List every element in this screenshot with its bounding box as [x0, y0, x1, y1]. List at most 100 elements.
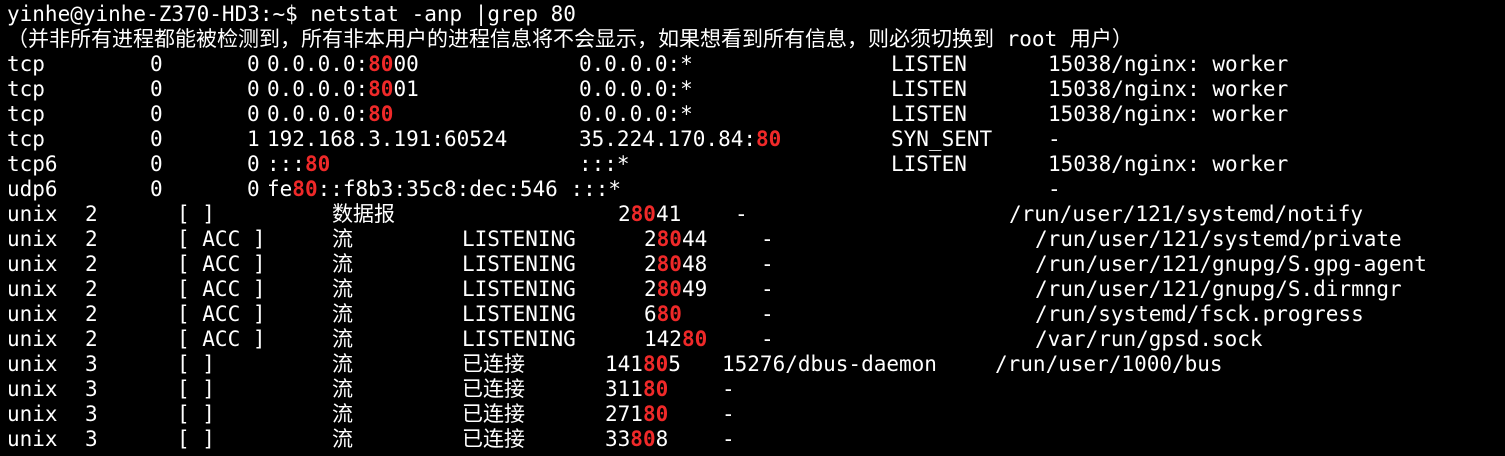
cell-text: 2	[644, 277, 657, 301]
netstat-cell: 27180	[605, 402, 668, 427]
cell-text: LISTENING	[462, 327, 576, 351]
netstat-cell: 已连接	[462, 377, 525, 402]
netstat-cell: 0	[247, 77, 260, 102]
netstat-cell: tcp	[7, 102, 45, 127]
netstat-cell: 15038/nginx: worker	[1048, 52, 1288, 77]
grep-match-highlight: 80	[368, 77, 394, 101]
cell-text: 0	[150, 52, 163, 76]
netstat-cell: 流	[332, 227, 353, 252]
netstat-cell: 3	[85, 352, 98, 377]
netstat-cell: [ ]	[177, 377, 215, 402]
cell-text: 2	[85, 252, 98, 276]
netstat-cell: 15038/nginx: worker	[1048, 77, 1288, 102]
netstat-cell: 流	[332, 377, 353, 402]
netstat-cell: 192.168.3.191:60524	[267, 127, 507, 152]
cell-text: unix	[7, 302, 58, 326]
netstat-cell: tcp	[7, 77, 45, 102]
netstat-cell: unix	[7, 302, 58, 327]
cell-text-tail: 00	[393, 52, 419, 76]
cell-text: 流	[332, 327, 353, 351]
netstat-notice-line: （并非所有进程都能被检测到，所有非本用户的进程信息将不会显示，如果想看到所有信息…	[7, 27, 1133, 51]
cell-text: 271	[605, 402, 643, 426]
cell-text: 0.0.0.0:*	[579, 77, 693, 101]
netstat-cell: LISTENING	[462, 277, 576, 302]
cell-text: 0	[247, 152, 260, 176]
netstat-cell: LISTEN	[891, 152, 967, 177]
cell-text: /run/user/121/systemd/private	[1035, 227, 1402, 251]
netstat-cell: -	[761, 327, 774, 352]
cell-text: -	[722, 377, 735, 401]
netstat-cell: 0.0.0.0:*	[579, 77, 693, 102]
cell-text: 0.0.0.0:*	[579, 102, 693, 126]
cell-text: 0.0.0.0:	[267, 77, 369, 101]
cell-text: 0.0.0.0:	[267, 52, 369, 76]
cell-text: 3	[85, 402, 98, 426]
cell-text: 2	[85, 227, 98, 251]
cell-text: -	[1048, 177, 1061, 201]
netstat-cell: [ ACC ]	[177, 252, 266, 277]
command-prompt-line: yinhe@yinhe-Z370-HD3:~$ netstat -anp |gr…	[7, 2, 576, 26]
netstat-cell: /run/user/121/gnupg/S.dirmngr	[1035, 277, 1402, 302]
cell-text: [ ACC ]	[177, 302, 266, 326]
cell-text: /var/run/gpsd.sock	[1035, 327, 1263, 351]
netstat-cell: 已连接	[462, 402, 525, 427]
netstat-cell: 0.0.0.0:80	[267, 102, 393, 127]
cell-text: 2	[85, 202, 98, 226]
cell-text: unix	[7, 352, 58, 376]
cell-text: [ ]	[177, 377, 215, 401]
netstat-cell: 0.0.0.0:8000	[267, 52, 419, 77]
grep-match-highlight: 80	[368, 102, 394, 126]
cell-text: 流	[332, 377, 353, 401]
cell-text: fe	[267, 177, 293, 201]
grep-match-highlight: 80	[756, 127, 782, 151]
netstat-cell: [ ACC ]	[177, 302, 266, 327]
netstat-cell: 流	[332, 277, 353, 302]
cell-text: 0	[247, 77, 260, 101]
cell-text: 15038/nginx: worker	[1048, 102, 1289, 126]
cell-text: 已连接	[462, 352, 525, 376]
cell-text: 2	[618, 202, 631, 226]
netstat-cell: unix	[7, 277, 58, 302]
cell-text: 已连接	[462, 402, 525, 426]
cell-text: unix	[7, 277, 58, 301]
cell-text: 0	[150, 77, 163, 101]
netstat-cell: LISTEN	[891, 77, 967, 102]
terminal-window[interactable]: yinhe@yinhe-Z370-HD3:~$ netstat -anp |gr…	[0, 0, 1505, 456]
netstat-cell: :::*	[579, 152, 630, 177]
netstat-cell: unix	[7, 352, 58, 377]
netstat-cell: 31180	[605, 377, 668, 402]
cell-text-tail: 01	[393, 77, 419, 101]
cell-text: 3	[85, 352, 98, 376]
cell-text: 192.168.3.191:60524	[267, 127, 508, 151]
netstat-cell: -	[761, 252, 774, 277]
cell-text: unix	[7, 227, 58, 251]
netstat-cell: 0.0.0.0:*	[579, 52, 693, 77]
cell-text: -	[735, 202, 748, 226]
cell-text: 3	[85, 377, 98, 401]
cell-text: 0	[150, 177, 163, 201]
cell-text: 2	[85, 277, 98, 301]
netstat-cell: [ ]	[177, 402, 215, 427]
netstat-cell: /run/user/1000/bus	[995, 352, 1223, 377]
netstat-cell: -	[735, 202, 748, 227]
netstat-cell: 流	[332, 427, 353, 452]
netstat-cell: unix	[7, 227, 58, 252]
cell-text-tail: 44	[681, 227, 708, 251]
netstat-cell: 数据报	[332, 202, 395, 227]
grep-match-highlight: 80	[681, 327, 708, 351]
netstat-cell: 已连接	[462, 427, 525, 452]
cell-text: [ ]	[177, 352, 215, 376]
netstat-cell: 0	[150, 152, 163, 177]
netstat-cell: LISTENING	[462, 227, 576, 252]
netstat-cell: [ ]	[177, 202, 215, 227]
cell-text-tail: 48	[681, 252, 708, 276]
netstat-cell: 2	[85, 277, 98, 302]
cell-text: [ ]	[177, 427, 215, 451]
netstat-cell: -	[722, 377, 735, 402]
netstat-cell: 28048	[644, 252, 707, 277]
netstat-cell: 流	[332, 302, 353, 327]
cell-text: 0	[247, 177, 260, 201]
netstat-cell: /run/user/121/systemd/private	[1035, 227, 1402, 252]
cell-text: LISTEN	[891, 52, 967, 76]
netstat-cell: [ ACC ]	[177, 327, 266, 352]
